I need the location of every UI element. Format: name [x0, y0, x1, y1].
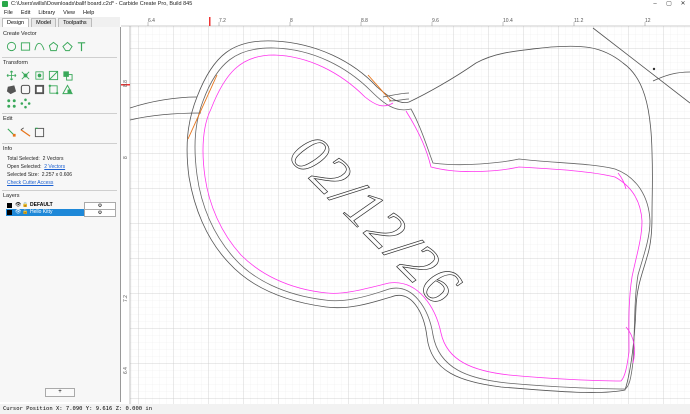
text-icon[interactable] [76, 41, 87, 52]
divider [2, 190, 117, 191]
tab-toolpaths[interactable]: Toolpaths [58, 18, 92, 27]
menu-view[interactable]: View [59, 9, 79, 17]
rotate-icon[interactable] [34, 70, 45, 81]
ruler-label: 7.2 [219, 18, 226, 24]
tab-design[interactable]: Design [2, 18, 30, 27]
eye-icon[interactable]: 👁 [15, 209, 21, 216]
ruler-label: 12 [645, 18, 651, 24]
lock-icon[interactable]: 🔒 [22, 209, 28, 216]
node-marker[interactable] [652, 67, 656, 71]
status-bar: Cursor Position X: 7.090 Y: 9.616 Z: 0.0… [0, 404, 690, 414]
divider [2, 57, 117, 58]
ruler-label: 8 [290, 18, 293, 24]
close-button[interactable]: ✕ [676, 0, 690, 9]
rectangle-icon[interactable] [20, 41, 31, 52]
section-transform: Transform [3, 60, 28, 66]
ruler-label: 9.6 [432, 18, 439, 24]
layer-row-hello-kitty[interactable]: 👁 🔒 Hello Kitty ⚙ [6, 209, 116, 217]
knife-icon[interactable] [20, 127, 31, 138]
ruler-label: 11.2 [574, 18, 584, 24]
total-selected-value: 2 Vectors [42, 156, 64, 162]
edit-tools [6, 127, 45, 138]
section-edit: Edit [3, 116, 13, 122]
check-cutter-access-link[interactable]: Check Cutter Access [7, 180, 53, 186]
join-icon[interactable] [48, 84, 59, 95]
array-icon[interactable] [6, 98, 17, 109]
ruler-label: 6.4 [123, 367, 129, 374]
section-layers: Layers [3, 193, 20, 199]
polygon-icon[interactable] [48, 41, 59, 52]
top-ruler[interactable] [121, 17, 690, 26]
eye-icon[interactable]: 👁 [15, 202, 21, 209]
window-controls: – ▢ ✕ [648, 0, 690, 9]
layer-color-swatch[interactable] [7, 210, 12, 215]
cursor-marker-top [209, 17, 211, 26]
design-canvas[interactable]: 6.4 7.2 8 8.8 9.6 10.4 11.2 12 8.8 8 7.2… [121, 17, 690, 404]
align-icon[interactable] [62, 70, 73, 81]
left-panel: Create Vector Transform Edit Info Total … [0, 27, 121, 402]
divider [2, 113, 117, 114]
transform-tools-row3 [6, 98, 31, 109]
selected-size: Selected Size: 2.257 x 0.606 [7, 172, 72, 178]
app-icon [2, 1, 8, 7]
boolean-icon[interactable] [20, 84, 31, 95]
layer-row-default[interactable]: 👁 🔒 DEFAULT ⚙ [6, 202, 116, 210]
mirror-icon[interactable] [48, 70, 59, 81]
layer-name: Hello Kitty [30, 209, 53, 215]
pentagon-icon[interactable] [62, 41, 73, 52]
menu-help[interactable]: Help [79, 9, 98, 17]
offset-icon[interactable] [6, 84, 17, 95]
open-selected-link[interactable]: 2 Vectors [44, 164, 65, 170]
menu-edit[interactable]: Edit [17, 9, 34, 17]
triangle-icon[interactable] [62, 84, 73, 95]
menu-bar: File Edit Library View Help [0, 9, 690, 17]
selected-size-label: Selected Size: [7, 172, 39, 178]
window-title: C:\Users\willsl\Downloads\ballf board.c2… [11, 1, 193, 7]
add-layer-button[interactable]: + [45, 388, 75, 397]
canvas-drawing[interactable]: 6.4 7.2 8 8.8 9.6 10.4 11.2 12 8.8 8 7.2… [121, 17, 690, 404]
node-edit-icon[interactable] [6, 127, 17, 138]
menu-file[interactable]: File [0, 9, 17, 17]
menu-library[interactable]: Library [34, 9, 59, 17]
create-vector-tools [6, 41, 87, 52]
minimize-button[interactable]: – [648, 0, 662, 9]
transform-tools-row2 [6, 84, 73, 95]
scale-icon[interactable] [20, 70, 31, 81]
layer-name: DEFAULT [30, 202, 53, 208]
section-create-vector: Create Vector [3, 31, 37, 37]
ruler-label: 8 [123, 156, 129, 159]
tab-model[interactable]: Model [31, 18, 57, 27]
group-icon[interactable] [34, 84, 45, 95]
divider [2, 143, 117, 144]
open-selected: Open Selected: 2 Vectors [7, 164, 65, 170]
ruler-label: 10.4 [503, 18, 513, 24]
section-info: Info [3, 146, 13, 152]
transform-tools-row1 [6, 70, 73, 81]
total-selected: Total Selected: 2 Vectors [7, 156, 63, 162]
layer-color-swatch[interactable] [7, 203, 12, 208]
lock-icon[interactable]: 🔒 [22, 202, 28, 209]
trim-icon[interactable] [34, 127, 45, 138]
maximize-button[interactable]: ▢ [662, 0, 676, 9]
ruler-label: 8.8 [361, 18, 368, 24]
gear-icon[interactable]: ⚙ [84, 209, 116, 217]
move-icon[interactable] [6, 70, 17, 81]
open-selected-label: Open Selected: [7, 164, 42, 170]
curve-icon[interactable] [34, 41, 45, 52]
title-bar: C:\Users\willsl\Downloads\ballf board.c2… [0, 0, 690, 9]
ruler-label: 8.8 [123, 80, 129, 87]
ruler-label: 7.2 [123, 295, 129, 302]
circle-icon[interactable] [6, 41, 17, 52]
total-selected-label: Total Selected: [7, 156, 40, 162]
selected-size-value: 2.257 x 0.606 [41, 172, 73, 178]
circular-array-icon[interactable] [20, 98, 31, 109]
ruler-label: 6.4 [148, 18, 155, 24]
